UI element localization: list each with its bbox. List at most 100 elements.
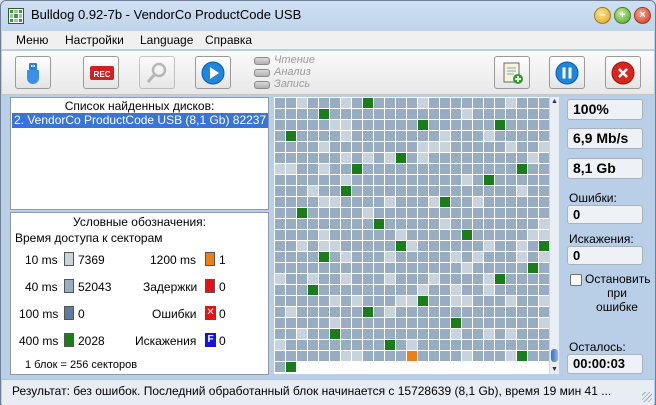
sector-block [429,241,439,251]
menu-help[interactable]: Справка [205,33,252,47]
pause-button[interactable] [549,56,585,89]
sector-block [473,164,483,174]
menu-settings[interactable]: Настройки [65,33,124,47]
sector-block [484,142,494,152]
sector-block [297,230,307,240]
sector-block [352,340,362,350]
sector-block [528,120,538,130]
distortion-f-icon: F [205,333,216,347]
legend-10ms-swatch [64,252,74,266]
sector-block [352,285,362,295]
close-button[interactable]: × [634,7,651,24]
sector-block [286,329,296,339]
sector-block [374,186,384,196]
stop-on-error-checkbox[interactable] [570,274,582,286]
sector-block [374,252,384,262]
sector-block [374,164,384,174]
scroll-thumb[interactable] [551,349,558,362]
sector-block [451,197,461,207]
menu-language[interactable]: Language [140,33,193,47]
sector-block [385,120,395,130]
sector-block [363,318,373,328]
minimize-button[interactable]: – [594,7,611,24]
scroll-down-arrow-icon[interactable]: ▼ [550,365,559,374]
sector-block [517,263,527,273]
sector-block [319,208,329,218]
sector-block [396,164,406,174]
sector-block [429,131,439,141]
sector-map-scrollbar[interactable]: ▲ ▼ [549,97,559,374]
sector-block [352,98,362,108]
sector-block [517,219,527,229]
sector-block [429,285,439,295]
sector-block [308,263,318,273]
sector-block [385,252,395,262]
rec-button[interactable]: REC [83,56,119,89]
sector-block [374,197,384,207]
sector-block [539,230,549,240]
sector-block [539,164,549,174]
scroll-up-arrow-icon[interactable]: ▲ [550,97,559,106]
maximize-button[interactable]: + [614,7,631,24]
sector-block [374,351,384,361]
legend-40ms-count: 52043 [78,280,112,294]
sector-block [495,241,505,251]
sector-block [451,362,461,372]
resize-grip-icon[interactable] [642,392,652,402]
disk-list-item[interactable]: 2. VendorCo ProductCode USB (8,1 Gb) 822… [12,113,268,128]
sector-block [462,230,472,240]
sector-block [418,109,428,119]
sector-block [385,175,395,185]
sector-block [495,362,505,372]
sector-block [407,274,417,284]
sector-block [451,230,461,240]
usb-button[interactable] [15,56,51,89]
sector-block [517,351,527,361]
sector-block [484,230,494,240]
sector-block [528,351,538,361]
sector-block [330,208,340,218]
sector-block [473,241,483,251]
sector-block [275,318,285,328]
sector-block [319,120,329,130]
log-button[interactable] [494,56,530,89]
sector-block [418,230,428,240]
sector-block [352,208,362,218]
sector-block [385,230,395,240]
sector-block [506,351,516,361]
sector-block [473,351,483,361]
sector-block [484,109,494,119]
play-button[interactable] [195,56,231,89]
sector-block [539,274,549,284]
disk-list-panel: Список найденных дисков: 2. VendorCo Pro… [10,97,269,210]
sector-block [385,285,395,295]
sector-block [528,263,538,273]
legend-subtitle: Время доступа к секторам [15,231,163,245]
sector-block [528,362,538,372]
menu-main[interactable]: Меню [16,33,48,47]
sector-block [286,164,296,174]
sector-block [396,98,406,108]
legend-delays-label: Задержки [143,280,198,294]
sector-block [308,285,318,295]
sector-block [308,219,318,229]
title-bar[interactable]: Bulldog 0.92-7b - VendorCo ProductCode U… [1,1,655,31]
sector-block [407,230,417,240]
sector-block [495,197,505,207]
stop-button[interactable] [605,56,641,89]
read-led [254,57,270,65]
search-button[interactable] [139,56,175,89]
sector-block [319,362,329,372]
legend-delays-count: 0 [219,280,226,294]
sector-block [286,98,296,108]
sector-block [539,307,549,317]
sector-block [374,285,384,295]
sector-block [308,329,318,339]
sector-block [363,142,373,152]
play-icon [201,61,225,85]
sector-block [286,175,296,185]
sector-block [473,318,483,328]
sector-block [462,197,472,207]
sector-block [363,175,373,185]
sector-block [451,175,461,185]
